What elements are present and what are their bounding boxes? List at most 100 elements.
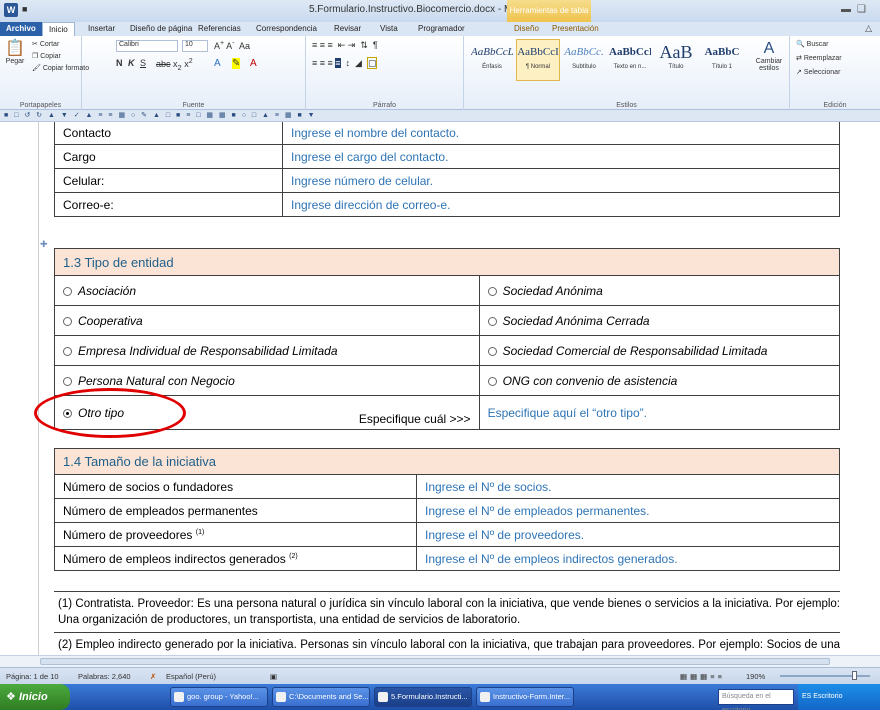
red-annotation-ellipse [34,388,186,438]
task-documents[interactable]: C:\Documents and Se... [272,687,370,707]
specify-other-field[interactable]: Especifique aquí el “otro tipo”. [478,395,841,430]
radio-icon[interactable] [63,376,72,386]
radio-icon[interactable] [63,316,72,326]
tab-inicio[interactable]: Inicio [42,22,75,36]
minimize-icon[interactable]: ▬ [841,4,857,15]
binoculars-icon: 🔍 [796,41,805,48]
language-indicator[interactable]: Español (Perú) [166,668,216,685]
table-move-handle-icon[interactable]: ✚ [40,239,48,250]
tab-vista[interactable]: Vista [374,22,404,36]
horizontal-scrollbar[interactable] [0,655,880,667]
bold-button[interactable]: N [116,58,123,68]
option-sociedad-anonima-cerrada[interactable]: Sociedad Anónima Cerrada [478,305,841,336]
quick-access-toolbar[interactable]: ■ □ ↺ ↻ ▲ ▼ ✓ ▲ ≡ ≡ ▦ ○ ✎ ▲ □ ■ ≡ □ ▦ ▦ … [0,110,880,122]
table-row: 1.4 Tamaño de la iniciativa [54,448,840,475]
tab-revisar[interactable]: Revisar [328,22,367,36]
strikethrough-button[interactable]: abc x2 x2 [156,58,193,72]
option-cooperativa[interactable]: Cooperativa [54,305,480,336]
start-button[interactable]: ❖ Inicio [0,684,70,710]
restore-icon[interactable]: ❑ [857,4,872,15]
radio-icon[interactable] [487,316,497,326]
paste-button[interactable]: 📋 Pegar [2,40,28,65]
format-painter-button[interactable]: 🖌 Copiar formato [32,64,89,72]
task-instructivo[interactable]: Instructivo-Form.Inter... [476,687,574,707]
cut-button[interactable]: ✂ Cortar [32,40,59,48]
tab-insertar[interactable]: Insertar [82,22,121,36]
tray-language[interactable]: ES [802,693,811,700]
table-tools-context-title: Herramientas de tabla [507,0,591,22]
underline-button[interactable]: S [140,58,146,68]
empleos-indirectos-label: Número de empleos indirectos generados (… [54,546,417,571]
style-texto-negrita[interactable]: AaBbCcI Texto en n... [608,39,652,81]
font-color-icon[interactable]: A [250,58,257,69]
cargo-field[interactable]: Ingrese el cargo del contacto. [282,144,840,169]
radio-icon[interactable] [63,346,72,356]
copy-button[interactable]: ❐ Copiar [32,52,61,60]
desktop-search-input[interactable]: Búsqueda en el escritorio [718,689,794,710]
style-titulo[interactable]: AaB Título [654,39,698,81]
style-titulo-1[interactable]: AaBbC Título 1 [700,39,744,81]
contact-name-field[interactable]: Ingrese el nombre del contacto. [282,122,840,145]
option-asociacion[interactable]: Asociación [54,275,480,306]
proofing-icon[interactable]: ✗ [150,668,156,685]
socios-field[interactable]: Ingrese el Nº de socios. [416,474,840,499]
radio-icon[interactable] [487,376,497,386]
style-subtitulo[interactable]: AaBbCc. Subtítulo [562,39,606,81]
change-styles-icon: A [763,40,775,57]
page-count[interactable]: Página: 1 de 10 [6,668,59,685]
tab-presentacion[interactable]: Presentación [546,22,605,36]
find-button[interactable]: 🔍 Buscar [796,40,828,48]
style-enfasis[interactable]: AaBbCcL Énfasis [470,39,514,81]
empleados-field[interactable]: Ingrese el Nº de empleados permanentes. [416,498,840,523]
option-sociedad-anonima[interactable]: Sociedad Anónima [478,275,841,306]
highlight-icon[interactable]: ✎ [232,58,241,69]
tab-referencias[interactable]: Referencias [192,22,247,36]
window-controls[interactable]: ▬❑ [841,4,872,15]
system-tray[interactable]: ES Escritorio [798,684,880,710]
font-size-select[interactable]: 10 [182,40,208,52]
proveedores-field[interactable]: Ingrese el Nº de proveedores. [416,522,840,547]
radio-icon[interactable] [63,286,72,296]
replace-button[interactable]: ⇄ Reemplazar [796,54,842,62]
ribbon: 📋 Pegar ✂ Cortar ❐ Copiar 🖌 Copiar forma… [0,36,880,110]
tab-archivo[interactable]: Archivo [0,22,42,36]
footnote-1: (1) Contratista. Proveedor: Es una perso… [54,591,840,632]
correo-field[interactable]: Ingrese dirección de correo-e. [282,192,840,217]
help-icon[interactable]: △ [865,23,872,34]
radio-icon[interactable] [487,286,497,296]
change-styles-button[interactable]: A Cambiar estilos [752,40,786,72]
align-icons[interactable]: ≡ ≡ ≡ ≡ ↕ ◢ ▢ [312,57,378,69]
word-count[interactable]: Palabras: 2,640 [78,668,131,685]
task-formulario[interactable]: 5.Formulario.Instructi... [374,687,472,707]
tab-diseno-pagina[interactable]: Diseño de página [124,22,198,36]
font-name-select[interactable]: Calibri [116,40,178,52]
macro-icon[interactable]: ▣ [270,668,277,685]
option-srl[interactable]: Sociedad Comercial de Responsabilidad Li… [478,335,841,366]
task-yahoo[interactable]: goo. group - Yahoo!... [170,687,268,707]
radio-icon[interactable] [487,346,497,356]
celular-field[interactable]: Ingrese número de celular. [282,168,840,193]
style-normal[interactable]: AaBbCcI ¶ Normal [516,39,560,81]
size-table: 1.4 Tamaño de la iniciativa Número de so… [54,448,840,571]
option-eirl[interactable]: Empresa Individual de Responsabilidad Li… [54,335,480,366]
tab-diseno[interactable]: Diseño [508,22,545,36]
document-area[interactable]: Contacto Ingrese el nombre del contacto.… [0,122,880,667]
select-button[interactable]: ↗ Seleccionar [796,68,840,76]
tab-correspondencia[interactable]: Correspondencia [250,22,323,36]
zoom-slider[interactable] [780,671,870,680]
zoom-slider-knob[interactable] [852,671,857,680]
bullets-icon[interactable]: ≡ ≡ ≡ ⇤ ⇥ ⇅ ¶ [312,40,378,51]
tray-desktop[interactable]: Escritorio [813,693,842,700]
view-buttons[interactable]: ▦▦▦≡≡ [680,668,725,685]
table-row: Asociación Sociedad Anónima [54,275,841,306]
tab-programador[interactable]: Programador [412,22,471,36]
option-ong[interactable]: ONG con convenio de asistencia [478,365,841,396]
group-paragraph: ≡ ≡ ≡ ⇤ ⇥ ⇅ ¶ ≡ ≡ ≡ ≡ ↕ ◢ ▢ Párrafo [306,36,464,110]
empleos-indirectos-field[interactable]: Ingrese el Nº de empleos indirectos gene… [416,546,840,571]
zoom-level[interactable]: 190% [746,668,765,685]
correo-label: Correo-e: [54,192,283,217]
scrollbar-thumb[interactable] [40,658,830,665]
italic-button[interactable]: K [128,58,135,68]
grow-font-icon[interactable]: A+ A- Aa [214,40,250,51]
text-effects-icon[interactable]: A [214,58,221,69]
